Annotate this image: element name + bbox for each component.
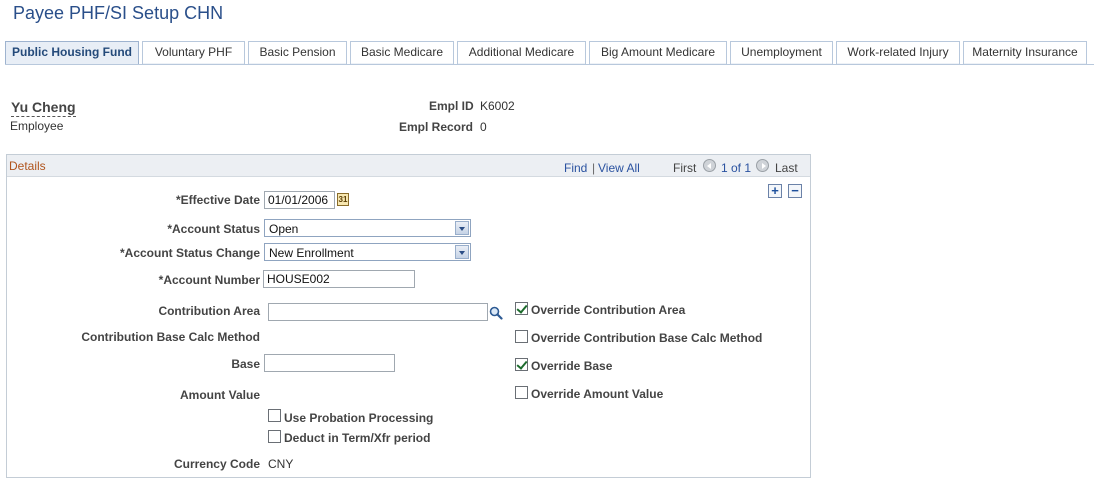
tab-voluntary-phf[interactable]: Voluntary PHF <box>142 41 245 64</box>
use-probation-label: Use Probation Processing <box>284 411 434 425</box>
deduct-term-checkbox[interactable] <box>268 430 281 443</box>
amount-value-label: Amount Value <box>179 388 260 402</box>
find-link[interactable]: Find <box>564 161 587 175</box>
override-contribution-area-label: Override Contribution Area <box>531 303 686 317</box>
tab-work-related-injury[interactable]: Work-related Injury <box>836 41 960 64</box>
previous-row-icon[interactable] <box>703 159 716 172</box>
next-row-icon[interactable] <box>756 159 769 172</box>
effective-date-input[interactable] <box>264 191 335 209</box>
base-input[interactable] <box>264 354 395 372</box>
override-amount-value-label: Override Amount Value <box>531 387 664 401</box>
employee-name[interactable]: Yu Cheng <box>11 99 76 117</box>
row-count: 1 of 1 <box>721 161 752 175</box>
last-label: Last <box>775 161 798 175</box>
override-base-checkbox[interactable] <box>515 358 528 371</box>
search-icon[interactable] <box>489 306 503 320</box>
override-base-label: Override Base <box>531 359 613 373</box>
tab-basic-medicare[interactable]: Basic Medicare <box>350 41 454 64</box>
currency-code-value: CNY <box>268 457 294 471</box>
delete-row-button[interactable]: − <box>788 184 802 198</box>
nav-separator: | <box>592 161 596 175</box>
override-contribution-base-calc-checkbox[interactable] <box>515 330 528 343</box>
deduct-term-label: Deduct in Term/Xfr period <box>284 431 431 445</box>
currency-code-label: Currency Code <box>173 457 260 471</box>
empl-record-label: Empl Record <box>399 120 474 134</box>
view-all-link[interactable]: View All <box>598 161 640 175</box>
account-status-value: Open <box>269 222 299 236</box>
add-row-button[interactable]: + <box>768 184 782 198</box>
account-status-change-select[interactable]: New Enrollment <box>264 243 471 261</box>
override-amount-value-checkbox[interactable] <box>515 386 528 399</box>
use-probation-checkbox[interactable] <box>268 409 281 422</box>
tab-maternity-insurance[interactable]: Maternity Insurance <box>963 41 1087 64</box>
tab-divider <box>5 64 1094 65</box>
tab-public-housing-fund[interactable]: Public Housing Fund <box>5 41 139 65</box>
empl-record-value: 0 <box>480 120 487 134</box>
details-title: Details <box>9 159 46 173</box>
base-label: Base <box>231 357 260 371</box>
account-number-input[interactable] <box>263 270 415 288</box>
tab-big-amount-medicare[interactable]: Big Amount Medicare <box>589 41 727 64</box>
tab-basic-pension[interactable]: Basic Pension <box>248 41 347 64</box>
account-status-change-label: *Account Status Change <box>119 246 260 260</box>
page-title: Payee PHF/SI Setup CHN <box>13 3 224 23</box>
override-contribution-base-calc-label: Override Contribution Base Calc Method <box>531 331 763 345</box>
first-label: First <box>673 161 697 175</box>
contribution-base-calc-label: Contribution Base Calc Method <box>81 330 260 344</box>
tab-unemployment[interactable]: Unemployment <box>730 41 833 64</box>
employee-subtitle: Employee <box>10 119 64 133</box>
effective-date-label: *Effective Date <box>175 193 260 207</box>
chevron-down-icon[interactable] <box>455 245 469 259</box>
contribution-area-input[interactable] <box>268 303 488 321</box>
account-status-label: *Account Status <box>167 222 260 236</box>
empl-id-label: Empl ID <box>429 99 474 113</box>
tab-additional-medicare[interactable]: Additional Medicare <box>457 41 586 64</box>
account-status-change-value: New Enrollment <box>269 246 354 260</box>
account-status-select[interactable]: Open <box>264 219 471 237</box>
chevron-down-icon[interactable] <box>455 221 469 235</box>
contribution-area-label: Contribution Area <box>158 304 260 318</box>
tab-bar: Public Housing Fund Voluntary PHF Basic … <box>5 41 1094 65</box>
calendar-icon[interactable]: 31 <box>337 193 349 206</box>
empl-id-value: K6002 <box>480 99 515 113</box>
override-contribution-area-checkbox[interactable] <box>515 302 528 315</box>
account-number-label: *Account Number <box>158 273 260 287</box>
